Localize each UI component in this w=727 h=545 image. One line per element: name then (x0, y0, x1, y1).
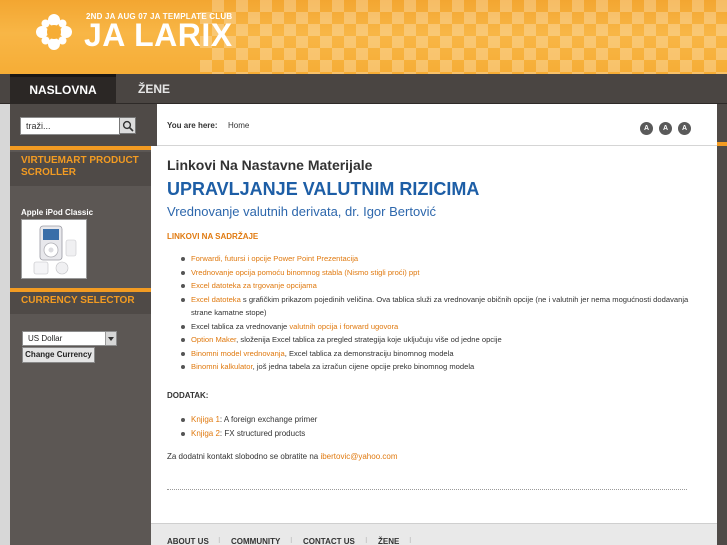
list-item: Option Maker, složenija Excel tablica za… (181, 333, 691, 347)
list-item: Excel datoteka za trgovanje opcijama (181, 279, 691, 293)
change-currency-button[interactable]: Change Currency (22, 347, 95, 363)
product-image[interactable] (21, 219, 87, 279)
divider (717, 142, 727, 146)
material-link[interactable]: valutnih opcija i forward ugovora (289, 322, 398, 331)
currency-title: CURRENCY SELECTOR (10, 292, 151, 314)
article-heading: UPRAVLJANJE VALUTNIM RIZICIMA (167, 179, 480, 199)
link-description: s grafičkim prikazom pojedinih veličina.… (191, 294, 689, 318)
bevel (151, 104, 157, 146)
list-item: Vrednovanje opcija pomoću binomnog stabl… (181, 266, 691, 280)
section-label: LINKOVI NA SADRŽAJE (167, 232, 259, 241)
footer-separator: ⁝ (365, 536, 368, 545)
tab-zene[interactable]: ŽENE (116, 74, 192, 104)
link-list: Forwardi, futursi i opcije Power Point P… (181, 252, 691, 374)
material-link[interactable]: Binomni model vrednovanja (191, 349, 285, 358)
list-item: Knjiga 2: FX structured products (181, 427, 681, 441)
content-divider (167, 489, 687, 490)
virtuemart-title: VIRTUEMART PRODUCT SCROLLER (10, 152, 151, 186)
article-subheading: Vrednovanje valutnih derivata, dr. Igor … (167, 204, 437, 219)
currency-selected: US Dollar (28, 334, 63, 343)
header-pattern (200, 0, 727, 74)
footer-link-about[interactable]: ABOUT US (167, 537, 209, 545)
link-description: , još jedna tabela za izračun cijene opc… (252, 362, 475, 371)
list-item: Excel datoteka s grafičkim prikazom poje… (181, 293, 691, 320)
logo-text[interactable]: JA LARIX (84, 17, 233, 54)
site-header: 2ND JA AUG 07 JA TEMPLATE CLUB JA LARIX (0, 0, 727, 74)
product-name[interactable]: Apple iPod Classic (21, 208, 93, 217)
currency-select[interactable]: US Dollar (22, 331, 117, 346)
addendum-list: Knjiga 1: A foreign exchange primer Knji… (181, 413, 681, 441)
link-prefix: Excel tablica za vrednovanje (191, 321, 290, 331)
chevron-down-icon (105, 332, 116, 345)
divider (10, 146, 151, 150)
search-button[interactable] (119, 117, 136, 134)
link-description: , složenija Excel tablica za pregled str… (236, 335, 502, 344)
contact-email-link[interactable]: ibertovic@yahoo.com (320, 452, 397, 461)
footer-nav: ABOUT US ⁝ COMMUNITY ⁝ CONTACT US ⁝ ŽENE… (151, 523, 717, 545)
book-description: : FX structured products (219, 429, 306, 438)
breadcrumb: You are here: Home A A A (151, 104, 717, 146)
main-nav: NASLOVNA ŽENE (0, 74, 727, 104)
ipod-image (33, 225, 77, 275)
page: 2ND JA AUG 07 JA TEMPLATE CLUB JA LARIX … (0, 0, 727, 545)
footer-separator: ⁝ (218, 536, 221, 545)
material-link[interactable]: Excel datoteka (191, 295, 241, 304)
font-size-default-button[interactable]: A (659, 122, 672, 135)
article-title: Linkovi Na Nastavne Materijale (167, 157, 373, 173)
breadcrumb-label: You are here: (167, 121, 218, 130)
logo-flower-icon (36, 14, 72, 50)
book-link[interactable]: Knjiga 2 (191, 429, 220, 438)
search-icon (122, 120, 134, 132)
material-link[interactable]: Binomni kalkulator (191, 362, 253, 371)
list-item: Excel tablica za vrednovanje valutnih op… (181, 320, 691, 334)
list-item: Forwardi, futursi i opcije Power Point P… (181, 252, 691, 266)
breadcrumb-home[interactable]: Home (228, 121, 249, 130)
footer-separator: ⁝ (409, 536, 412, 545)
search-module: traži... (10, 104, 151, 146)
footer-separator: ⁝ (290, 536, 293, 545)
main-content: You are here: Home A A A Linkovi Na Nast… (151, 104, 717, 545)
list-item: Binomni model vrednovanja, Excel tablica… (181, 347, 691, 361)
font-size-large-button[interactable]: A (678, 122, 691, 135)
addendum-label: DODATAK: (167, 391, 209, 400)
material-link[interactable]: Forwardi, futursi i opcije Power Point P… (191, 254, 358, 263)
material-link[interactable]: Vrednovanje opcija pomoću binomnog stabl… (191, 268, 420, 277)
font-size-small-button[interactable]: A (640, 122, 653, 135)
tab-naslovna[interactable]: NASLOVNA (10, 74, 116, 104)
book-link[interactable]: Knjiga 1 (191, 415, 220, 424)
book-description: : A foreign exchange primer (219, 415, 318, 424)
link-description: , Excel tablica za demonstraciju binomno… (284, 348, 454, 358)
contact-text: Za dodatni kontakt slobodno se obratite … (167, 452, 321, 461)
list-item: Knjiga 1: A foreign exchange primer (181, 413, 681, 427)
search-input[interactable]: traži... (20, 117, 120, 135)
material-link[interactable]: Option Maker (191, 335, 236, 344)
footer-link-zene[interactable]: ŽENE (378, 537, 399, 545)
left-sidebar: traži... VIRTUEMART PRODUCT SCROLLER App… (10, 104, 151, 545)
list-item: Binomni kalkulator, još jedna tabela za … (181, 360, 691, 374)
material-link[interactable]: Excel datoteka za trgovanje opcijama (191, 281, 317, 290)
footer-link-contact[interactable]: CONTACT US (303, 537, 355, 545)
right-edge (717, 104, 727, 545)
footer-link-community[interactable]: COMMUNITY (231, 537, 280, 545)
contact-line: Za dodatni kontakt slobodno se obratite … (167, 452, 397, 461)
